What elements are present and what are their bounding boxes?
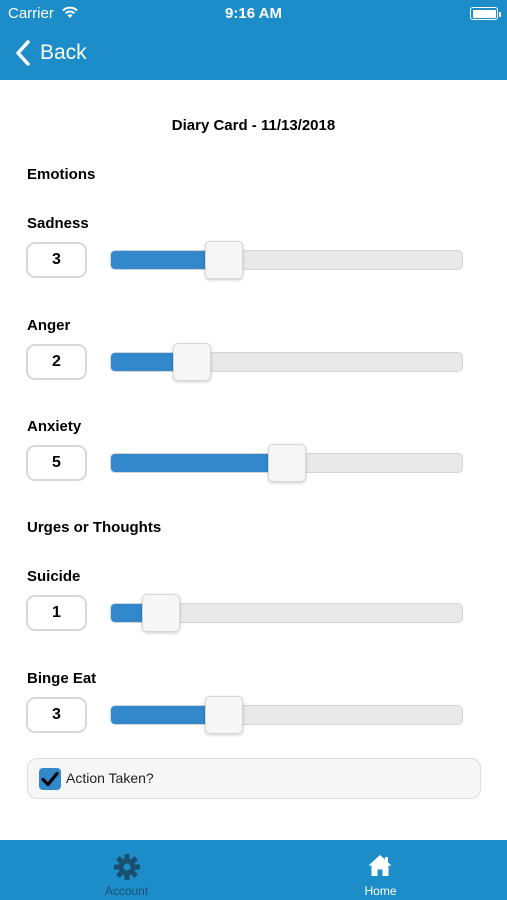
- slider-sadness[interactable]: [110, 241, 463, 279]
- slider-anxiety[interactable]: [110, 444, 463, 482]
- rating-value-anger[interactable]: 2: [26, 344, 87, 380]
- tab-bar: Account Home: [0, 840, 507, 900]
- slider-thumb[interactable]: [141, 594, 180, 632]
- action-taken-label: Action Taken?: [66, 770, 154, 786]
- slider-anger[interactable]: [110, 343, 463, 381]
- slider-thumb[interactable]: [173, 343, 211, 381]
- slider-fill: [111, 454, 288, 472]
- slider-thumb[interactable]: [204, 241, 243, 279]
- rating-value-sadness[interactable]: 3: [26, 242, 87, 278]
- slider-thumb[interactable]: [204, 696, 243, 734]
- chevron-left-icon: [16, 40, 30, 66]
- tab-home[interactable]: Home: [254, 840, 507, 900]
- page-title: Diary Card - 11/13/2018: [171, 117, 336, 134]
- home-icon: [368, 855, 392, 876]
- rating-value-anxiety[interactable]: 5: [26, 445, 87, 481]
- rating-label-anxiety: Anxiety: [27, 418, 82, 435]
- rating-label-suicide: Suicide: [27, 568, 81, 585]
- slider-track: [110, 352, 463, 372]
- gear-icon: [114, 854, 140, 880]
- tab-account[interactable]: Account: [0, 840, 253, 900]
- rating-label-binge-eat: Binge Eat: [27, 670, 97, 687]
- section-heading-emotions: Emotions: [27, 166, 96, 183]
- back-label: Back: [40, 41, 87, 64]
- slider-binge-eat[interactable]: [110, 696, 463, 734]
- rating-value-binge-eat[interactable]: 3: [26, 697, 87, 733]
- slider-suicide[interactable]: [110, 594, 463, 632]
- tab-label-account: Account: [104, 884, 149, 898]
- battery-icon: [470, 7, 501, 20]
- slider-track: [110, 705, 463, 725]
- rating-label-anger: Anger: [27, 317, 71, 334]
- tab-label-home: Home: [364, 884, 397, 898]
- status-bar: Carrier 9:16 AM: [0, 0, 507, 28]
- rating-label-sadness: Sadness: [27, 215, 89, 232]
- app-header: Carrier 9:16 AM Back: [0, 0, 507, 80]
- slider-thumb[interactable]: [267, 444, 306, 482]
- action-taken-toggle[interactable]: Action Taken?: [27, 758, 481, 799]
- checkbox-checked-icon[interactable]: [39, 768, 61, 790]
- back-button[interactable]: Back: [12, 37, 87, 69]
- status-time: 9:16 AM: [225, 5, 282, 22]
- section-heading-urges: Urges or Thoughts: [27, 519, 162, 536]
- rating-value-suicide[interactable]: 1: [26, 595, 87, 631]
- slider-track: [110, 250, 463, 270]
